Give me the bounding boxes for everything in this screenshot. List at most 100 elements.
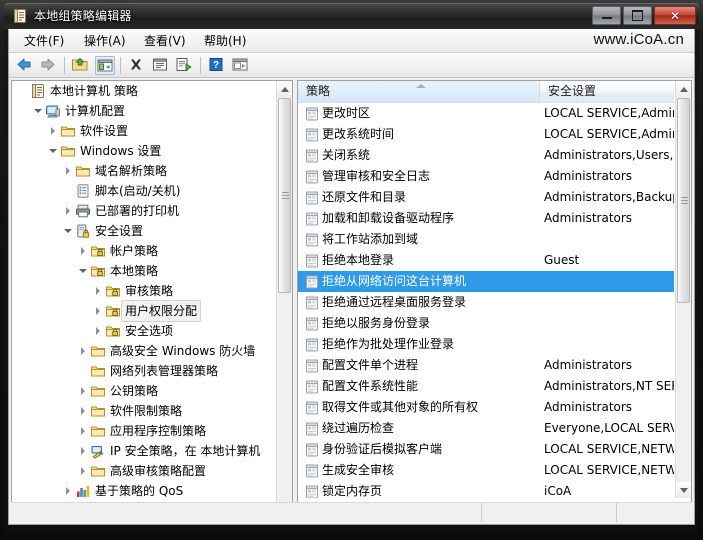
- policy-row[interactable]: 身份验证后模拟客户端 LOCAL SERVICE,NETWO: [298, 439, 674, 460]
- expand-triangle-icon[interactable]: [61, 481, 74, 501]
- tree-item-12[interactable]: 安全选项: [12, 321, 277, 341]
- policy-row[interactable]: 更改系统时间 LOCAL SERVICE,Admini.: [298, 124, 674, 145]
- policy-list-pane: 策略 安全设置 更改时区 LOCAL SERVICE,Admini. 更改系统时间 L…: [297, 80, 692, 521]
- policy-row[interactable]: 关闭系统 Administrators,Users,Ba.: [298, 145, 674, 166]
- tree-item-11[interactable]: 用户权限分配: [12, 300, 277, 322]
- tree-item-16[interactable]: 软件限制策略: [12, 401, 277, 421]
- policy-setting-value: Administrators,Backup ..: [544, 190, 674, 204]
- expand-triangle-icon[interactable]: [76, 341, 89, 361]
- policy-name: 锁定内存页: [322, 484, 383, 498]
- expand-triangle-icon[interactable]: [76, 241, 89, 261]
- policy-row[interactable]: 拒绝作为批处理作业登录: [298, 334, 674, 355]
- up-folder-button[interactable]: [71, 56, 91, 75]
- policy-row[interactable]: 拒绝本地登录 Guest: [298, 250, 674, 271]
- tree-item-label: 用户权限分配: [120, 300, 202, 322]
- help-button[interactable]: ?: [207, 56, 227, 75]
- view-options-button[interactable]: [231, 56, 251, 75]
- policy-row[interactable]: 绕过遍历检查 Everyone,LOCAL SERVIC: [298, 418, 674, 439]
- policy-row[interactable]: 更改时区 LOCAL SERVICE,Admini.: [298, 103, 674, 124]
- column-header-policy[interactable]: 策略: [298, 81, 540, 102]
- policy-name: 配置文件系统性能: [322, 379, 419, 393]
- export-list-button[interactable]: [175, 56, 195, 75]
- policy-tree[interactable]: 本地计算机 策略计算机配置软件设置 Windows 设置域名解析策略 脚本(启动/关…: [12, 81, 277, 520]
- collapse-triangle-icon[interactable]: [46, 141, 59, 161]
- tree-item-20[interactable]: 基于策略的 QoS: [12, 481, 277, 501]
- expand-triangle-icon[interactable]: [91, 321, 104, 341]
- tree-item-13[interactable]: 高级安全 Windows 防火墙: [12, 341, 277, 361]
- tree-vertical-scrollbar[interactable]: [276, 81, 292, 520]
- scroll-up-arrow[interactable]: [277, 81, 292, 97]
- expand-triangle-icon[interactable]: [91, 301, 104, 321]
- expand-triangle-icon[interactable]: [76, 381, 89, 401]
- collapse-triangle-icon[interactable]: [61, 221, 74, 241]
- expand-triangle-icon[interactable]: [91, 281, 104, 301]
- properties-button[interactable]: [151, 56, 171, 75]
- policy-list[interactable]: 更改时区 LOCAL SERVICE,Admini. 更改系统时间 LOCAL SER…: [298, 103, 674, 498]
- tree-item-15[interactable]: 公钥策略: [12, 381, 277, 401]
- expand-triangle-icon[interactable]: [46, 121, 59, 141]
- tree-item-2[interactable]: 软件设置: [12, 121, 277, 141]
- tree-item-0[interactable]: 本地计算机 策略: [12, 81, 277, 101]
- expand-triangle-icon[interactable]: [76, 441, 89, 461]
- tree-item-8[interactable]: 帐户策略: [12, 241, 277, 261]
- scroll-down-arrow[interactable]: [676, 482, 691, 498]
- policy-row[interactable]: 拒绝从网络访问这台计算机: [298, 271, 674, 292]
- menu-help[interactable]: 帮助(H): [197, 33, 253, 50]
- policy-row[interactable]: 取得文件或其他对象的所有权 Administrators: [298, 397, 674, 418]
- scroll-up-arrow[interactable]: [676, 81, 691, 97]
- back-button[interactable]: [15, 56, 35, 75]
- menu-file[interactable]: 文件(F): [17, 33, 71, 50]
- scroll-thumb[interactable]: [278, 98, 291, 293]
- expand-triangle-icon[interactable]: [76, 421, 89, 441]
- policy-row[interactable]: 配置文件单个进程 Administrators: [298, 355, 674, 376]
- tree-item-17[interactable]: 应用程序控制策略: [12, 421, 277, 441]
- menu-view[interactable]: 查看(V): [137, 33, 193, 50]
- tree-item-1[interactable]: 计算机配置: [12, 101, 277, 121]
- policy-row[interactable]: 拒绝通过远程桌面服务登录: [298, 292, 674, 313]
- policy-row[interactable]: 配置文件系统性能 Administrators,NT SERVI: [298, 376, 674, 397]
- tree-item-19[interactable]: 高级审核策略配置: [12, 461, 277, 481]
- policy-setting-icon: [298, 400, 322, 416]
- tree-item-label: 审核策略: [125, 284, 174, 298]
- policy-row[interactable]: 加载和卸载设备驱动程序 Administrators: [298, 208, 674, 229]
- sort-ascending-icon: [416, 84, 426, 88]
- menu-action[interactable]: 操作(A): [77, 33, 133, 50]
- expand-triangle-icon[interactable]: [76, 401, 89, 421]
- tree-item-label: Windows 设置: [80, 144, 162, 158]
- tree-item-14[interactable]: 网络列表管理器策略: [12, 361, 277, 381]
- collapse-triangle-icon[interactable]: [76, 261, 89, 281]
- tree-item-10[interactable]: 审核策略: [12, 281, 277, 301]
- policy-row[interactable]: 生成安全审核 LOCAL SERVICE,NETWO: [298, 460, 674, 481]
- expand-triangle-icon[interactable]: [61, 161, 74, 181]
- forward-button[interactable]: [39, 56, 59, 75]
- folder-lock-icon: [104, 323, 122, 339]
- tree-item-3[interactable]: Windows 设置: [12, 141, 277, 161]
- tree-item-9[interactable]: 本地策略: [12, 261, 277, 281]
- tree-item-5[interactable]: 脚本(启动/关机): [12, 181, 277, 201]
- collapse-triangle-icon[interactable]: [31, 101, 44, 121]
- policy-row[interactable]: 锁定内存页 iCoA: [298, 481, 674, 498]
- policy-row[interactable]: 管理审核和安全日志 Administrators: [298, 166, 674, 187]
- tree-item-6[interactable]: 已部署的打印机: [12, 201, 277, 221]
- policy-name: 取得文件或其他对象的所有权: [322, 400, 479, 414]
- column-header-setting[interactable]: 安全设置: [540, 81, 674, 102]
- tree-item-4[interactable]: 域名解析策略: [12, 161, 277, 181]
- policy-row[interactable]: 将工作站添加到域: [298, 229, 674, 250]
- scroll-thumb[interactable]: [677, 98, 690, 303]
- tree-item-label: IP 安全策略，在 本地计算机: [110, 444, 261, 458]
- minimize-button[interactable]: [592, 6, 621, 25]
- policy-row[interactable]: 拒绝以服务身份登录: [298, 313, 674, 334]
- tree-item-label: 计算机配置: [65, 104, 126, 118]
- delete-button[interactable]: [127, 56, 147, 75]
- maximize-button[interactable]: [623, 6, 652, 25]
- policy-setting-icon: [298, 148, 322, 164]
- list-vertical-scrollbar[interactable]: [675, 81, 691, 498]
- tree-item-label: 软件设置: [80, 124, 129, 138]
- close-button[interactable]: ✕: [654, 6, 696, 25]
- tree-item-18[interactable]: IP 安全策略，在 本地计算机: [12, 441, 277, 461]
- policy-row[interactable]: 还原文件和目录 Administrators,Backup ..: [298, 187, 674, 208]
- show-hide-tree-button[interactable]: [95, 56, 115, 75]
- expand-triangle-icon[interactable]: [61, 201, 74, 221]
- expand-triangle-icon[interactable]: [76, 461, 89, 481]
- tree-item-7[interactable]: 安全设置: [12, 221, 277, 241]
